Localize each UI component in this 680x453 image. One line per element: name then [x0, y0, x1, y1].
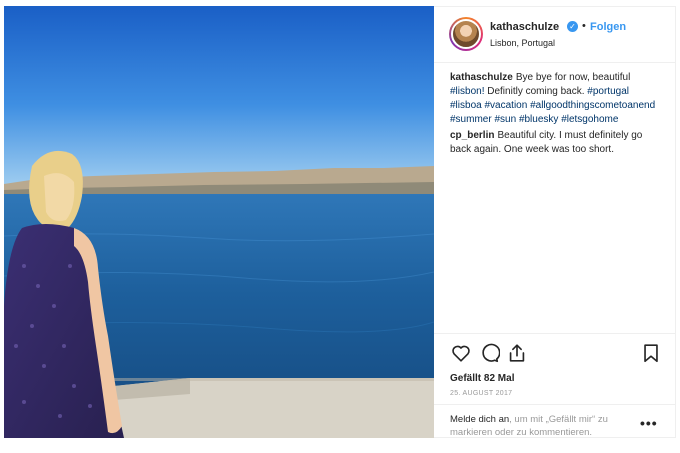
hashtag[interactable]: #lisbon!: [450, 86, 484, 97]
hashtag[interactable]: #lisboa: [450, 100, 482, 111]
share-icon[interactable]: [506, 342, 528, 364]
login-text: Melde dich an, um mit „Gefällt mir“ zu m…: [450, 413, 630, 439]
hashtag[interactable]: #vacation: [484, 100, 527, 111]
comment-author[interactable]: cp_berlin: [450, 130, 494, 141]
comment-author[interactable]: kathaschulze: [450, 72, 513, 83]
comment: cp_berlin Beautiful city. I must definite…: [450, 129, 662, 157]
login-prompt: Melde dich an, um mit „Gefällt mir“ zu m…: [434, 404, 676, 440]
post-header: kathaschulze ✓ • Folgen Lisbon, Portugal: [434, 7, 676, 63]
comment-icon[interactable]: [478, 342, 500, 364]
post-sidebar: kathaschulze ✓ • Folgen Lisbon, Portugal…: [434, 6, 676, 438]
hashtag[interactable]: #letsgohome: [561, 114, 618, 125]
username-link[interactable]: kathaschulze: [490, 21, 559, 33]
post-photo[interactable]: [4, 6, 434, 438]
follow-button[interactable]: Folgen: [590, 21, 626, 33]
bookmark-icon[interactable]: [640, 342, 662, 364]
hashtag[interactable]: #sun: [494, 114, 516, 125]
hashtag[interactable]: #allgoodthingscometoanend: [530, 100, 655, 111]
avatar[interactable]: [449, 17, 483, 51]
location-link[interactable]: Lisbon, Portugal: [490, 38, 555, 48]
post-date: 25. AUGUST 2017: [450, 390, 513, 397]
avatar-image: [451, 19, 481, 49]
likes-count[interactable]: Gefällt 82 Mal: [450, 373, 514, 384]
header-separator: •: [582, 20, 586, 32]
hashtag[interactable]: #bluesky: [519, 114, 558, 125]
more-options-icon[interactable]: •••: [640, 415, 658, 431]
comment-text: Bye bye for now, beautiful: [515, 72, 631, 83]
verified-badge-icon: ✓: [567, 21, 578, 32]
login-link[interactable]: Melde dich an: [450, 414, 509, 425]
caption-comment: kathaschulze Bye bye for now, beautiful #…: [450, 71, 662, 127]
comment-text: Definitly coming back.: [487, 86, 585, 97]
heart-icon[interactable]: [450, 342, 472, 364]
hashtag[interactable]: #portugal: [587, 86, 629, 97]
comments-list: kathaschulze Bye bye for now, beautiful #…: [450, 71, 662, 159]
post-actions: Gefällt 82 Mal 25. AUGUST 2017 Melde dic…: [434, 333, 676, 439]
hashtag[interactable]: #summer: [450, 114, 492, 125]
photo-scene: [4, 6, 434, 438]
